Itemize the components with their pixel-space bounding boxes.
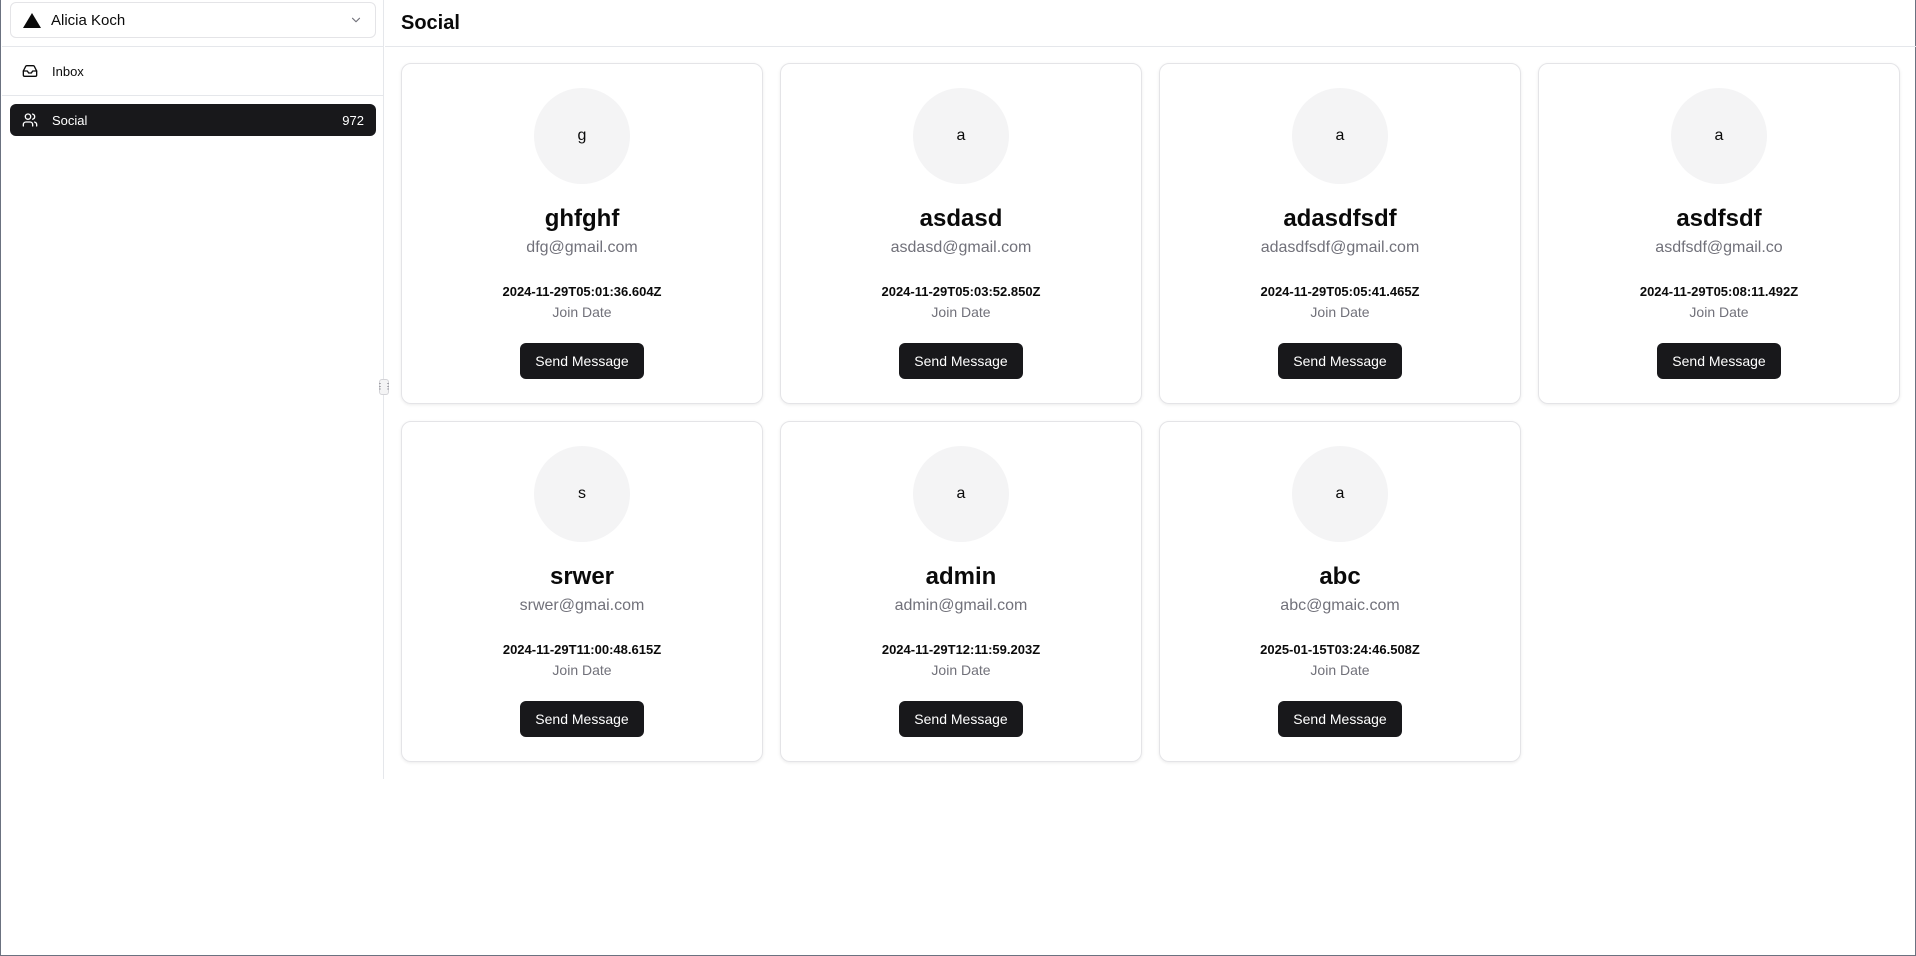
join-date-label: Join Date (1689, 304, 1749, 320)
join-date-value: 2025-01-15T03:24:46.508Z (1260, 642, 1420, 657)
user-email: dfg@gmail.com (526, 239, 638, 256)
send-message-button[interactable]: Send Message (1278, 343, 1402, 379)
user-name: adasdfsdf (1283, 205, 1397, 232)
account-name: Alicia Koch (51, 11, 126, 29)
join-date-value: 2024-11-29T11:00:48.615Z (502, 642, 662, 657)
main-content: Social g ghfghf dfg@gmail.com 2024-11-29… (385, 0, 1916, 956)
join-date-label: Join Date (552, 662, 612, 678)
sidebar-divider (2, 95, 384, 96)
join-date-label: Join Date (1310, 662, 1370, 678)
user-email: abc@gmaic.com (1280, 597, 1400, 614)
send-message-button[interactable]: Send Message (520, 343, 644, 379)
user-email: srwer@gmai.com (519, 597, 645, 614)
user-card: a adasdfsdf adasdfsdf@gmail.com 2024-11-… (1159, 63, 1521, 404)
user-card: a abc abc@gmaic.com 2025-01-15T03:24:46.… (1159, 421, 1521, 762)
join-date-label: Join Date (552, 304, 612, 320)
join-date-value: 2024-11-29T12:11:59.203Z (881, 642, 1041, 657)
avatar: a (1671, 88, 1767, 184)
sidebar-item-count: 972 (342, 112, 364, 128)
sidebar-item-inbox[interactable]: Inbox (10, 55, 376, 87)
inbox-icon (22, 63, 38, 79)
chevron-down-icon (351, 17, 361, 23)
sidebar: Alicia Koch Inbox Social 972 (2, 0, 384, 779)
user-name: asdfsdf (1676, 205, 1762, 232)
join-date-label: Join Date (931, 662, 991, 678)
user-name: admin (925, 563, 997, 590)
send-message-button[interactable]: Send Message (520, 701, 644, 737)
sidebar-item-label: Social (52, 112, 88, 128)
user-name: srwer (549, 563, 615, 590)
send-message-button[interactable]: Send Message (1278, 701, 1402, 737)
avatar: s (534, 446, 630, 542)
user-name: asdasd (919, 205, 1003, 232)
sidebar-item-label: Inbox (52, 63, 84, 79)
sidebar-item-social[interactable]: Social 972 (10, 104, 376, 136)
user-card: s srwer srwer@gmai.com 2024-11-29T11:00:… (401, 421, 763, 762)
user-email: asdfsdf@gmail.co (1655, 239, 1783, 256)
user-email: adasdfsdf@gmail.com (1260, 239, 1420, 256)
user-card: a asdfsdf asdfsdf@gmail.co 2024-11-29T05… (1538, 63, 1900, 404)
send-message-button[interactable]: Send Message (899, 343, 1023, 379)
user-card: a admin admin@gmail.com 2024-11-29T12:11… (780, 421, 1142, 762)
user-name: ghfghf (544, 205, 620, 232)
user-name: abc (1319, 563, 1361, 590)
user-card-grid: g ghfghf dfg@gmail.com 2024-11-29T05:01:… (401, 63, 1900, 762)
user-email: admin@gmail.com (894, 597, 1028, 614)
join-date-label: Join Date (931, 304, 991, 320)
avatar: a (913, 88, 1009, 184)
users-icon (22, 112, 38, 128)
user-email: asdasd@gmail.com (890, 239, 1032, 256)
join-date-value: 2024-11-29T05:03:52.850Z (881, 284, 1041, 299)
user-card: a asdasd asdasd@gmail.com 2024-11-29T05:… (780, 63, 1142, 404)
join-date-value: 2024-11-29T05:05:41.465Z (1260, 284, 1420, 299)
avatar: a (1292, 446, 1388, 542)
send-message-button[interactable]: Send Message (1657, 343, 1781, 379)
main-header: Social (385, 0, 1916, 47)
join-date-value: 2024-11-29T05:08:11.492Z (1639, 284, 1799, 299)
page-title: Social (401, 11, 460, 34)
avatar: a (913, 446, 1009, 542)
join-date-value: 2024-11-29T05:01:36.604Z (502, 284, 662, 299)
app-window: Alicia Koch Inbox Social 972 ⋮⋮ Social g… (0, 0, 1916, 956)
user-card: g ghfghf dfg@gmail.com 2024-11-29T05:01:… (401, 63, 763, 404)
avatar: a (1292, 88, 1388, 184)
avatar: g (534, 88, 630, 184)
send-message-button[interactable]: Send Message (899, 701, 1023, 737)
sidebar-divider (2, 46, 384, 47)
account-switcher[interactable]: Alicia Koch (10, 2, 376, 38)
join-date-label: Join Date (1310, 304, 1370, 320)
triangle-logo-icon (23, 12, 41, 28)
